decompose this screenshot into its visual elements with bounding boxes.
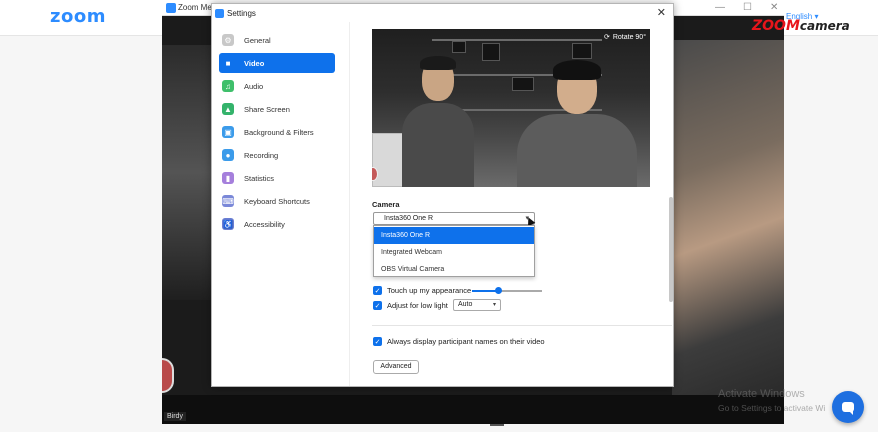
sidebar-item-background-filters[interactable]: ▣ Background & Filters [219, 122, 335, 142]
camera-option-integrated-webcam[interactable]: Integrated Webcam [374, 244, 534, 261]
sidebar-item-keyboard-shortcuts[interactable]: ⌨ Keyboard Shortcuts [219, 191, 335, 211]
sidebar-item-label: Video [244, 58, 265, 68]
gear-icon: ⚙ [222, 34, 234, 46]
sidebar-item-label: Audio [244, 81, 264, 91]
settings-titlebar: Settings [212, 4, 673, 22]
touch-up-row: ✓ Touch up my appearance [373, 286, 472, 295]
rotate-icon: ⟳ [603, 34, 610, 41]
minimize-icon[interactable]: — [715, 2, 725, 13]
low-light-select[interactable]: Auto ▾ [453, 299, 501, 311]
chat-button[interactable] [832, 391, 864, 423]
person-right [517, 60, 637, 187]
video-camera-icon: ■ [225, 58, 231, 68]
zoomcamera-logo: ZOOMcamera [752, 18, 850, 34]
zoom-app-icon [215, 8, 224, 18]
camera-select[interactable]: Insta360 One R ▾ [373, 212, 535, 225]
advanced-button[interactable]: Advanced [373, 360, 419, 374]
participant-name-tag: Birdy [164, 412, 186, 421]
settings-dialog: Settings ✕ ⚙ General ■ Video ♫ Audio ▲ Share Sc… [211, 3, 674, 387]
sidebar-item-video[interactable]: ■ Video [219, 53, 335, 73]
background-icon: ▣ [222, 126, 234, 138]
person-left [402, 56, 474, 187]
sidebar-item-accessibility[interactable]: ♿ Accessibility [219, 214, 335, 234]
participant-video-left [162, 45, 212, 300]
sidebar-item-label: Accessibility [244, 219, 285, 229]
activate-windows-title: Activate Windows [718, 388, 805, 400]
accessibility-icon: ♿ [222, 218, 234, 230]
touch-up-slider[interactable] [472, 287, 542, 294]
video-settings-panel: ⟳ Rotate 90° Camera Insta360 One R ▾ Ins… [351, 22, 673, 386]
divider [372, 325, 672, 326]
sidebar-item-label: Keyboard Shortcuts [244, 196, 310, 206]
headphones-icon: ♫ [222, 80, 234, 92]
divider [490, 424, 504, 432]
close-window-icon[interactable]: ✕ [770, 2, 778, 13]
camera-dropdown-menu: Insta360 One R Integrated Webcam OBS Vir… [373, 225, 535, 277]
touch-up-checkbox[interactable]: ✓ [373, 286, 382, 295]
sidebar-item-label: Recording [244, 150, 279, 160]
display-names-checkbox[interactable]: ✓ [373, 337, 382, 346]
sidebar-item-label: Statistics [244, 173, 275, 183]
sidebar-item-statistics[interactable]: ▮ Statistics [219, 168, 335, 188]
camera-preview: ⟳ Rotate 90° [372, 29, 650, 187]
camera-label: Camera [372, 200, 400, 209]
low-light-row: ✓ Adjust for low light [373, 301, 448, 310]
zoom-logo[interactable]: zoom [50, 6, 106, 27]
camera-option-insta360[interactable]: Insta360 One R [374, 227, 534, 244]
sidebar-item-label: Background & Filters [244, 127, 314, 137]
meeting-toolbar [162, 395, 784, 424]
statistics-icon: ▮ [222, 172, 234, 184]
sidebar-item-general[interactable]: ⚙ General [219, 30, 335, 50]
activate-windows-subtitle: Go to Settings to activate Wi [718, 403, 826, 413]
display-names-row: ✓ Always display participant names on th… [373, 337, 545, 346]
recording-icon: ● [222, 149, 234, 161]
sidebar-item-label: General [244, 35, 271, 45]
low-light-checkbox[interactable]: ✓ [373, 301, 382, 310]
record-indicator [162, 358, 174, 393]
sidebar-item-share-screen[interactable]: ▲ Share Screen [219, 99, 335, 119]
participant-video-right [672, 40, 784, 395]
close-icon[interactable]: ✕ [657, 6, 666, 19]
sidebar-item-audio[interactable]: ♫ Audio [219, 76, 335, 96]
settings-title: Settings [227, 8, 256, 18]
scrollbar[interactable] [669, 197, 673, 302]
chat-icon [842, 402, 854, 415]
sidebar-item-label: Share Screen [244, 104, 290, 114]
slider-handle[interactable] [495, 287, 502, 294]
settings-sidebar: ⚙ General ■ Video ♫ Audio ▲ Share Screen ▣ Backgr… [212, 22, 350, 386]
share-screen-icon: ▲ [222, 103, 234, 115]
camera-option-obs-virtual[interactable]: OBS Virtual Camera [374, 261, 534, 278]
chevron-down-icon: ▾ [492, 302, 496, 308]
zoom-app-icon [166, 3, 176, 13]
maximize-icon[interactable]: ☐ [743, 2, 752, 13]
sidebar-item-recording[interactable]: ● Recording [219, 145, 335, 165]
window-controls: — ☐ ✕ [715, 2, 778, 13]
keyboard-icon: ⌨ [222, 195, 234, 207]
rotate-button[interactable]: ⟳ Rotate 90° [603, 33, 646, 42]
